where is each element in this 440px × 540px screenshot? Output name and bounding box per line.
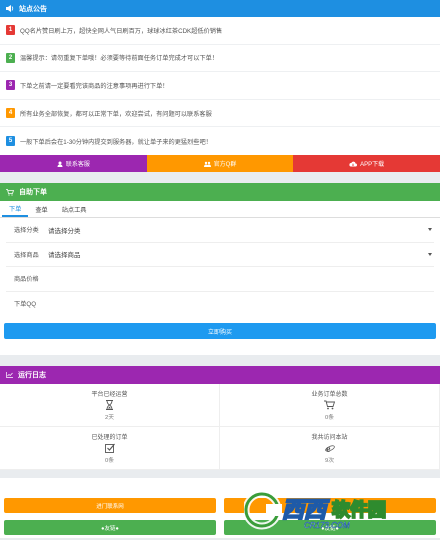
qq-label: 下单QQ: [14, 301, 37, 309]
item-number-badge: 5: [6, 136, 15, 147]
announcement-text: QQ名片赞日刷上万，超快全网人气日刷百万，球球冰红茶CDK超低价销售: [20, 27, 223, 35]
category-row: 选择分类 请选择分类: [6, 218, 434, 243]
announcement-item: 5 一般下单后会在1-30分钟内提交到服务器，就让单子来的更猛烈些吧！: [0, 127, 440, 155]
stat-label: 我共访问本站: [311, 435, 348, 441]
announcement-item: 3 下单之前请一定要看完该商品的注意事项再进行下单！: [0, 72, 440, 100]
cloud-download-icon: [349, 161, 358, 167]
checkbox-icon: [104, 443, 115, 453]
qq-row: 下单QQ: [6, 292, 434, 317]
price-row: 商品价格: [6, 267, 434, 292]
product-row: 选择商品 请选择商品: [6, 243, 434, 267]
order-header: 自助下单: [0, 183, 440, 201]
chevron-down-icon: [428, 228, 432, 232]
tab-query[interactable]: 查单: [28, 201, 54, 217]
tab-order[interactable]: 下单: [2, 201, 29, 217]
quick-links: 联系客服 官方Q群 APP下载: [0, 155, 440, 172]
app-download-label: APP下载: [360, 162, 385, 168]
friend-link-button[interactable]: ●友链●: [4, 520, 216, 535]
stat-processed: 已处理的订单 0条: [0, 427, 220, 470]
announcement-item: 2 温馨提示：请勿重复下单哦！必须要等待前面任务订单完成才可以下单！: [0, 45, 440, 73]
ie-icon: e: [324, 443, 335, 453]
stat-orders: 业务订单总数 0条: [220, 384, 440, 427]
stat-value: 0条: [104, 458, 115, 464]
hourglass-icon: [105, 400, 114, 410]
run-log-title: 运行日志: [18, 372, 46, 379]
item-number-badge: 3: [6, 80, 15, 91]
contact-support-button[interactable]: 联系客服: [0, 155, 147, 172]
stat-uptime: 平台已经运营 2天: [0, 384, 220, 427]
chevron-down-icon: [428, 252, 432, 256]
run-log-header: 运行日志: [0, 366, 440, 384]
price-label: 商品价格: [14, 276, 39, 284]
item-number-badge: 4: [6, 108, 15, 119]
official-group-button[interactable]: 官方Q群: [146, 155, 294, 172]
product-select[interactable]: 请选择商品: [48, 249, 428, 259]
stat-value: 9次: [324, 458, 335, 464]
announcement-text: 下单之前请一定要看完该商品的注意事项再进行下单！: [20, 82, 169, 90]
order-tabs: 下单 查单 站点工具: [0, 201, 440, 218]
run-log-panel: 运行日志 平台已经运营 2天 业务订单总数 0条 已处理的订单 0条 我共访问本…: [0, 366, 440, 470]
friend-link-button[interactable]: 进门联系网: [4, 498, 216, 513]
stat-label: 平台已经运营: [91, 392, 128, 398]
stat-value: 2天: [104, 415, 115, 421]
watermark-name: 软件园: [331, 499, 387, 521]
announcement-text: 一般下单后会在1-30分钟内提交到服务器，就让单子来的更猛烈些吧！: [20, 138, 212, 146]
stats-grid: 平台已经运营 2天 业务订单总数 0条 已处理的订单 0条 我共访问本站 e 9…: [0, 384, 440, 470]
person-icon: [57, 161, 63, 167]
order-panel: 自助下单 下单 查单 站点工具 选择分类 请选择分类 选择商品 请选择商品 商品…: [0, 183, 440, 355]
product-label: 选择商品: [14, 251, 39, 259]
announcement-list: 1 QQ名片赞日刷上万，超快全网人气日刷百万，球球冰红茶CDK超低价销售 2 温…: [0, 17, 440, 155]
item-number-badge: 2: [6, 52, 15, 63]
speaker-icon: [6, 5, 14, 12]
site-watermark: 西西 软件园 CR173.COM: [242, 484, 420, 538]
cart-icon: [6, 188, 14, 196]
buy-now-button[interactable]: 立即购买: [4, 323, 436, 339]
watermark-brand: 西西: [281, 496, 327, 523]
announcement-text: 所有业务全部恢复，都可以正常下单，欢迎尝试，有问题可以联系客服: [20, 110, 212, 118]
stat-label: 已处理的订单: [91, 435, 128, 441]
announcement-item: 4 所有业务全部恢复，都可以正常下单，欢迎尝试，有问题可以联系客服: [0, 100, 440, 128]
official-group-label: 官方Q群: [213, 162, 237, 168]
category-select[interactable]: 请选择分类: [48, 225, 428, 235]
contact-support-label: 联系客服: [65, 162, 90, 168]
stat-visits: 我共访问本站 e 9次: [220, 427, 440, 470]
tab-tools[interactable]: 站点工具: [55, 201, 94, 217]
group-icon: [203, 161, 211, 167]
announcement-text: 温馨提示：请勿重复下单哦！必须要等待前面任务订单完成才可以下单！: [20, 55, 218, 63]
cart-icon: [324, 400, 335, 410]
announcement-item: 1 QQ名片赞日刷上万，超快全网人气日刷百万，球球冰红茶CDK超低价销售: [0, 17, 440, 45]
announcement-title: 站点公告: [19, 5, 47, 13]
stat-value: 0条: [324, 415, 335, 421]
category-label: 选择分类: [14, 227, 39, 235]
watermark-url: CR173.COM: [304, 521, 350, 531]
stat-label: 业务订单总数: [311, 392, 348, 398]
app-download-button[interactable]: APP下载: [293, 155, 440, 172]
order-title: 自助下单: [19, 189, 47, 196]
announcement-header: 站点公告: [0, 0, 440, 17]
item-number-badge: 1: [6, 25, 15, 36]
chart-icon: [6, 372, 13, 378]
